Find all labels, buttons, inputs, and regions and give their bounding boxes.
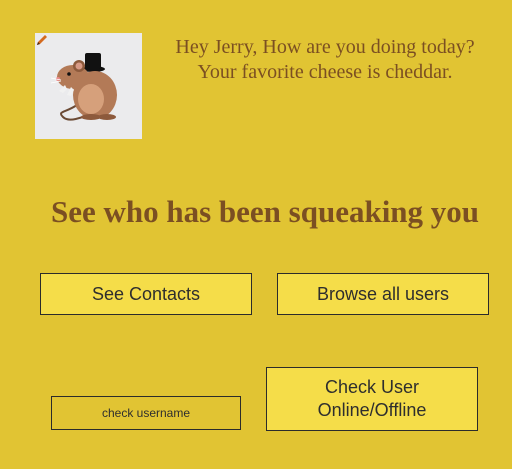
greeting-line: Hey Jerry, How are you doing today? <box>175 36 475 58</box>
favorite-cheese-line: Your favorite cheese is cheddar. <box>197 61 453 83</box>
check-username-input[interactable] <box>51 396 241 430</box>
greeting-message: Hey Jerry, How are you doing today? Your… <box>150 35 500 85</box>
mouse-with-top-hat-icon <box>50 53 117 121</box>
profile-avatar[interactable] <box>35 33 142 139</box>
check-user-label: Check User <box>324 377 419 397</box>
pencil-icon[interactable] <box>35 33 49 47</box>
page-headline: See who has been squeaking you <box>50 194 480 229</box>
check-user-status-button[interactable]: Check User Online/Offline <box>266 367 478 431</box>
browse-all-users-button[interactable]: Browse all users <box>277 273 489 315</box>
see-contacts-button[interactable]: See Contacts <box>40 273 252 315</box>
online-offline-label: Online/Offline <box>317 400 427 420</box>
